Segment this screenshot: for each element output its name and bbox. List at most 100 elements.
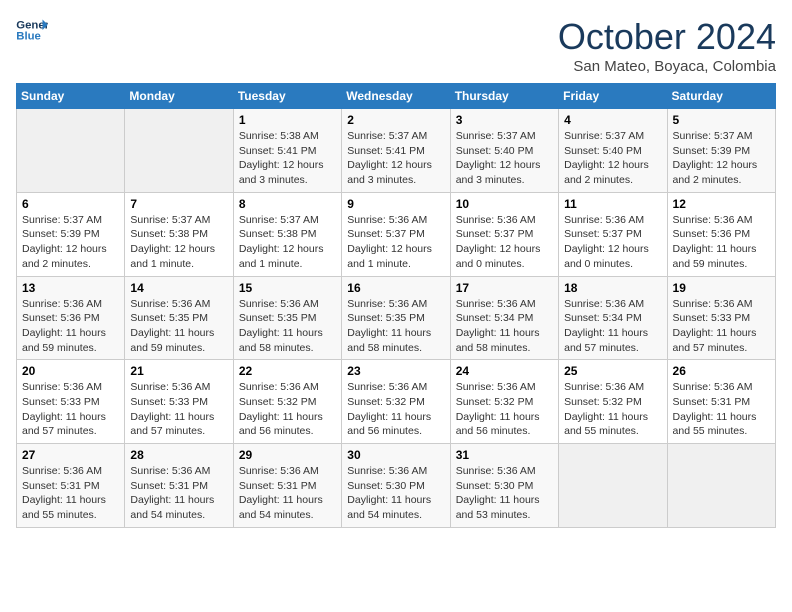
calendar-week-row: 20 Sunrise: 5:36 AM Sunset: 5:33 PM Dayli…	[17, 360, 776, 444]
day-detail: Sunrise: 5:37 AM Sunset: 5:38 PM Dayligh…	[130, 213, 227, 272]
calendar-cell: 8 Sunrise: 5:37 AM Sunset: 5:38 PM Daylig…	[233, 192, 341, 276]
day-detail: Sunrise: 5:36 AM Sunset: 5:31 PM Dayligh…	[22, 464, 119, 523]
calendar-cell: 29 Sunrise: 5:36 AM Sunset: 5:31 PM Dayli…	[233, 444, 341, 528]
day-number: 9	[347, 197, 444, 211]
calendar-cell: 14Sunrise: 5:36 AM Sunset: 5:35 PM Dayli…	[125, 276, 233, 360]
day-number: 13	[22, 281, 119, 295]
day-detail: Sunrise: 5:36 AM Sunset: 5:31 PM Dayligh…	[130, 464, 227, 523]
day-detail: Sunrise: 5:36 AM Sunset: 5:33 PM Dayligh…	[22, 380, 119, 439]
day-number: 21	[130, 364, 227, 378]
logo: General Blue	[16, 16, 48, 44]
calendar-week-row: 1 Sunrise: 5:38 AM Sunset: 5:41 PM Daylig…	[17, 109, 776, 193]
calendar-cell: 19Sunrise: 5:36 AM Sunset: 5:33 PM Dayli…	[667, 276, 775, 360]
day-number: 20	[22, 364, 119, 378]
day-number: 12	[673, 197, 770, 211]
calendar-cell: 17 Sunrise: 5:36 AM Sunset: 5:34 PM Dayli…	[450, 276, 558, 360]
day-number: 7	[130, 197, 227, 211]
day-number: 23	[347, 364, 444, 378]
day-number: 10	[456, 197, 553, 211]
day-number: 3	[456, 113, 553, 127]
location-title: San Mateo, Boyaca, Colombia	[558, 58, 776, 75]
calendar-cell: 6 Sunrise: 5:37 AM Sunset: 5:39 PM Daylig…	[17, 192, 125, 276]
day-detail: Sunrise: 5:36 AM Sunset: 5:32 PM Dayligh…	[456, 380, 553, 439]
day-number: 6	[22, 197, 119, 211]
weekday-label: Sunday	[17, 84, 125, 109]
day-number: 16	[347, 281, 444, 295]
weekday-header-row: SundayMondayTuesdayWednesdayThursdayFrid…	[17, 84, 776, 109]
calendar-cell: 5 Sunrise: 5:37 AM Sunset: 5:39 PM Daylig…	[667, 109, 775, 193]
day-detail: Sunrise: 5:36 AM Sunset: 5:32 PM Dayligh…	[347, 380, 444, 439]
calendar-cell: 15 Sunrise: 5:36 AM Sunset: 5:35 PM Dayli…	[233, 276, 341, 360]
day-detail: Sunrise: 5:36 AM Sunset: 5:35 PM Dayligh…	[347, 297, 444, 356]
calendar-body: 1 Sunrise: 5:38 AM Sunset: 5:41 PM Daylig…	[17, 109, 776, 528]
calendar-cell: 16 Sunrise: 5:36 AM Sunset: 5:35 PM Dayli…	[342, 276, 450, 360]
day-number: 31	[456, 448, 553, 462]
calendar-cell: 28Sunrise: 5:36 AM Sunset: 5:31 PM Dayli…	[125, 444, 233, 528]
day-number: 11	[564, 197, 661, 211]
calendar-cell: 26 Sunrise: 5:36 AM Sunset: 5:31 PM Dayli…	[667, 360, 775, 444]
calendar-cell	[17, 109, 125, 193]
day-number: 22	[239, 364, 336, 378]
day-detail: Sunrise: 5:36 AM Sunset: 5:34 PM Dayligh…	[564, 297, 661, 356]
calendar-cell: 25 Sunrise: 5:36 AM Sunset: 5:32 PM Dayli…	[559, 360, 667, 444]
weekday-label: Saturday	[667, 84, 775, 109]
day-detail: Sunrise: 5:38 AM Sunset: 5:41 PM Dayligh…	[239, 129, 336, 188]
day-number: 1	[239, 113, 336, 127]
day-number: 15	[239, 281, 336, 295]
calendar-cell: 4Sunrise: 5:37 AM Sunset: 5:40 PM Daylig…	[559, 109, 667, 193]
calendar-cell: 18Sunrise: 5:36 AM Sunset: 5:34 PM Dayli…	[559, 276, 667, 360]
day-number: 5	[673, 113, 770, 127]
day-detail: Sunrise: 5:37 AM Sunset: 5:39 PM Dayligh…	[673, 129, 770, 188]
day-detail: Sunrise: 5:37 AM Sunset: 5:39 PM Dayligh…	[22, 213, 119, 272]
calendar-cell: 13Sunrise: 5:36 AM Sunset: 5:36 PM Dayli…	[17, 276, 125, 360]
calendar-cell: 27 Sunrise: 5:36 AM Sunset: 5:31 PM Dayli…	[17, 444, 125, 528]
day-detail: Sunrise: 5:36 AM Sunset: 5:30 PM Dayligh…	[456, 464, 553, 523]
weekday-label: Thursday	[450, 84, 558, 109]
day-detail: Sunrise: 5:36 AM Sunset: 5:31 PM Dayligh…	[673, 380, 770, 439]
day-number: 26	[673, 364, 770, 378]
day-detail: Sunrise: 5:36 AM Sunset: 5:36 PM Dayligh…	[673, 213, 770, 272]
day-number: 25	[564, 364, 661, 378]
day-detail: Sunrise: 5:36 AM Sunset: 5:32 PM Dayligh…	[564, 380, 661, 439]
calendar-cell: 10 Sunrise: 5:36 AM Sunset: 5:37 PM Dayli…	[450, 192, 558, 276]
day-number: 8	[239, 197, 336, 211]
day-detail: Sunrise: 5:37 AM Sunset: 5:40 PM Dayligh…	[456, 129, 553, 188]
calendar-cell: 12 Sunrise: 5:36 AM Sunset: 5:36 PM Dayli…	[667, 192, 775, 276]
calendar-cell	[559, 444, 667, 528]
svg-text:Blue: Blue	[16, 31, 41, 43]
day-detail: Sunrise: 5:36 AM Sunset: 5:37 PM Dayligh…	[347, 213, 444, 272]
logo-icon: General Blue	[16, 16, 48, 44]
day-number: 27	[22, 448, 119, 462]
weekday-label: Wednesday	[342, 84, 450, 109]
calendar-week-row: 27 Sunrise: 5:36 AM Sunset: 5:31 PM Dayli…	[17, 444, 776, 528]
calendar-cell: 11 Sunrise: 5:36 AM Sunset: 5:37 PM Dayli…	[559, 192, 667, 276]
calendar-week-row: 13Sunrise: 5:36 AM Sunset: 5:36 PM Dayli…	[17, 276, 776, 360]
calendar-table: SundayMondayTuesdayWednesdayThursdayFrid…	[16, 83, 776, 528]
page-header: General Blue October 2024 San Mateo, Boy…	[16, 16, 776, 75]
calendar-cell: 30Sunrise: 5:36 AM Sunset: 5:30 PM Dayli…	[342, 444, 450, 528]
calendar-cell: 21Sunrise: 5:36 AM Sunset: 5:33 PM Dayli…	[125, 360, 233, 444]
weekday-label: Friday	[559, 84, 667, 109]
day-detail: Sunrise: 5:36 AM Sunset: 5:37 PM Dayligh…	[564, 213, 661, 272]
day-detail: Sunrise: 5:36 AM Sunset: 5:35 PM Dayligh…	[239, 297, 336, 356]
calendar-cell: 1 Sunrise: 5:38 AM Sunset: 5:41 PM Daylig…	[233, 109, 341, 193]
day-detail: Sunrise: 5:36 AM Sunset: 5:31 PM Dayligh…	[239, 464, 336, 523]
day-number: 30	[347, 448, 444, 462]
calendar-cell	[667, 444, 775, 528]
calendar-cell: 2Sunrise: 5:37 AM Sunset: 5:41 PM Daylig…	[342, 109, 450, 193]
calendar-cell	[125, 109, 233, 193]
calendar-cell: 7 Sunrise: 5:37 AM Sunset: 5:38 PM Daylig…	[125, 192, 233, 276]
calendar-cell: 3 Sunrise: 5:37 AM Sunset: 5:40 PM Daylig…	[450, 109, 558, 193]
weekday-label: Monday	[125, 84, 233, 109]
day-number: 17	[456, 281, 553, 295]
day-detail: Sunrise: 5:37 AM Sunset: 5:38 PM Dayligh…	[239, 213, 336, 272]
day-detail: Sunrise: 5:36 AM Sunset: 5:37 PM Dayligh…	[456, 213, 553, 272]
calendar-cell: 20 Sunrise: 5:36 AM Sunset: 5:33 PM Dayli…	[17, 360, 125, 444]
day-number: 29	[239, 448, 336, 462]
day-number: 19	[673, 281, 770, 295]
calendar-week-row: 6 Sunrise: 5:37 AM Sunset: 5:39 PM Daylig…	[17, 192, 776, 276]
day-detail: Sunrise: 5:36 AM Sunset: 5:34 PM Dayligh…	[456, 297, 553, 356]
calendar-cell: 23 Sunrise: 5:36 AM Sunset: 5:32 PM Dayli…	[342, 360, 450, 444]
calendar-cell: 9 Sunrise: 5:36 AM Sunset: 5:37 PM Daylig…	[342, 192, 450, 276]
day-number: 4	[564, 113, 661, 127]
